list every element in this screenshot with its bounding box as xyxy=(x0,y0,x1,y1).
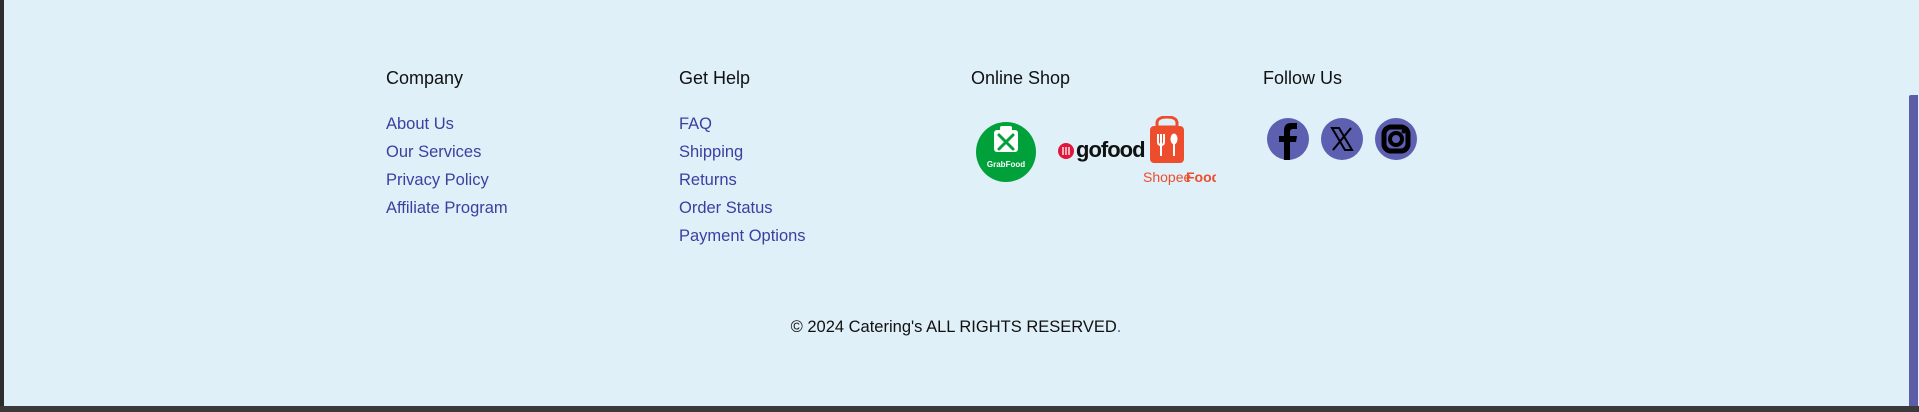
our-services-link[interactable]: Our Services xyxy=(386,143,481,161)
gofood-logo[interactable]: gofood xyxy=(1058,137,1146,162)
facebook-icon[interactable] xyxy=(1267,118,1309,160)
follow-us-column: Follow Us xyxy=(1263,66,1342,90)
payment-options-link[interactable]: Payment Options xyxy=(679,227,806,245)
privacy-policy-link[interactable]: Privacy Policy xyxy=(386,171,489,189)
copyright-text: © 2024 Catering's ALL RIGHTS RESERVED xyxy=(790,318,1117,336)
vertical-scrollbar[interactable] xyxy=(1908,0,1919,406)
x-icon[interactable] xyxy=(1321,118,1363,160)
scrollbar-thumb[interactable] xyxy=(1909,95,1918,406)
site-footer: Company About Us Our Services Privacy Po… xyxy=(4,0,1908,406)
online-shop-column: Online Shop xyxy=(971,66,1070,90)
online-shop-heading: Online Shop xyxy=(971,68,1071,88)
faq-link[interactable]: FAQ xyxy=(679,115,712,133)
online-shop-logos: GrabFood gofood Shopee Food xyxy=(976,116,1216,185)
copyright-notice: © 2024 Catering's ALL RIGHTS RESERVED. xyxy=(4,318,1908,337)
gofood-label: gofood xyxy=(1076,137,1145,162)
window-bottom-edge xyxy=(0,406,1919,412)
grabfood-label: GrabFood xyxy=(987,160,1025,169)
order-status-link[interactable]: Order Status xyxy=(679,199,773,217)
copyright-period: . xyxy=(1116,318,1122,336)
affiliate-program-link[interactable]: Affiliate Program xyxy=(386,199,508,217)
shopeefood-label-prefix: Shopee xyxy=(1143,169,1191,185)
grabfood-logo[interactable]: GrabFood xyxy=(976,122,1036,182)
instagram-icon[interactable] xyxy=(1375,118,1417,160)
follow-us-heading: Follow Us xyxy=(1263,68,1343,88)
company-links: About Us Our Services Privacy Policy Aff… xyxy=(386,114,508,226)
company-column: Company About Us Our Services Privacy Po… xyxy=(386,66,508,226)
shopeefood-label-suffix: Food xyxy=(1186,169,1216,185)
company-heading: Company xyxy=(386,68,464,88)
shipping-link[interactable]: Shipping xyxy=(679,143,743,161)
get-help-column: Get Help FAQ Shipping Returns Order Stat… xyxy=(679,66,806,254)
returns-link[interactable]: Returns xyxy=(679,171,737,189)
get-help-heading: Get Help xyxy=(679,68,751,88)
shopeefood-logo[interactable]: Shopee Food xyxy=(1143,116,1216,185)
get-help-links: FAQ Shipping Returns Order Status Paymen… xyxy=(679,114,806,254)
about-us-link[interactable]: About Us xyxy=(386,115,454,133)
